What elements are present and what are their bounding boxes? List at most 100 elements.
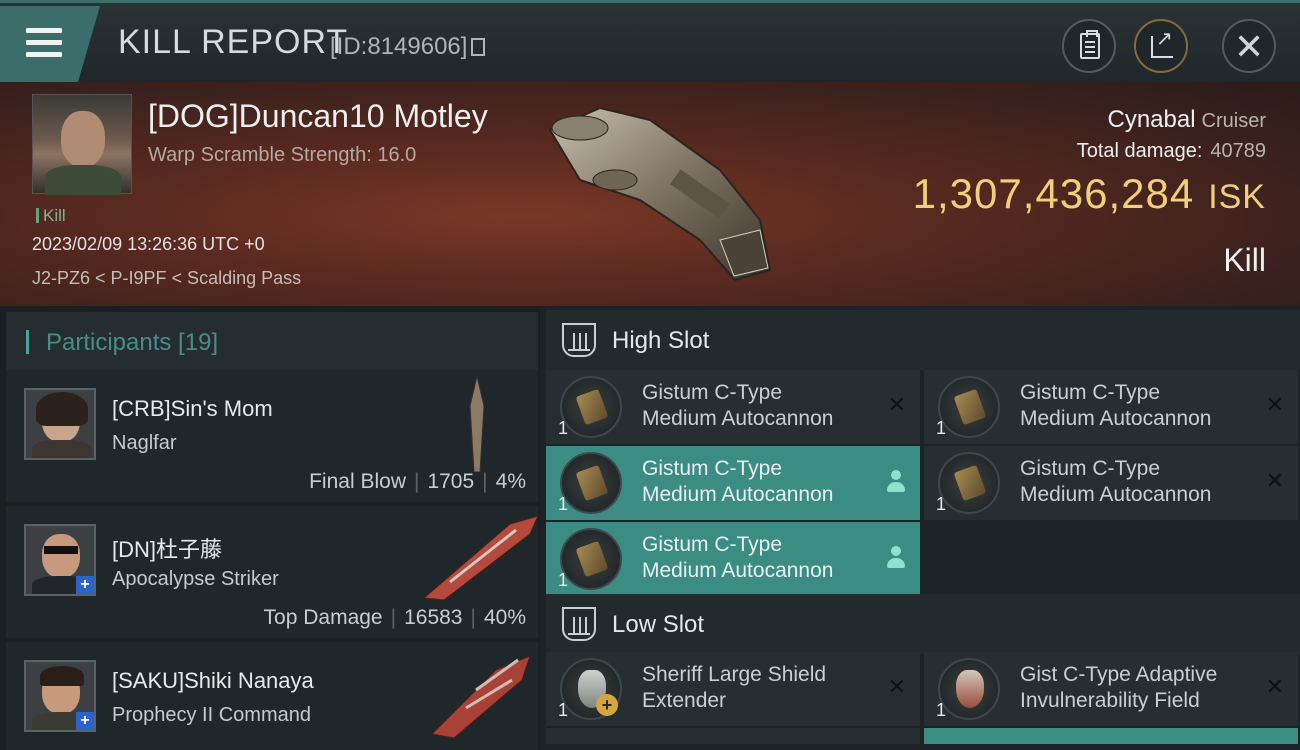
page-title: KILL REPORT <box>118 23 349 61</box>
isk-unit: ISK <box>1208 178 1266 216</box>
kill-location[interactable]: J2-PZ6 < P-I9PF < Scalding Pass <box>32 268 301 289</box>
participants-panel: Participants [19] [CRB]Sin's Mom Naglfar… <box>0 306 540 750</box>
module-quantity: 1 <box>558 418 569 438</box>
module-name-line2: Medium Autocannon <box>1020 407 1212 430</box>
module-item-partial[interactable] <box>924 728 1298 744</box>
low-slot-header: Low Slot <box>546 594 1300 654</box>
avatar[interactable] <box>24 388 96 460</box>
damage-value: 16583 <box>404 606 463 629</box>
module-quantity: 1 <box>936 494 947 514</box>
module-name: Sheriff Large Shield Extender <box>642 662 826 714</box>
kill-tag: Kill <box>36 206 66 226</box>
victim-name[interactable]: [DOG]Duncan10 Motley <box>148 98 488 135</box>
total-damage: Total damage: 40789 <box>1077 140 1266 163</box>
report-id-text: [ID:8149606] <box>330 33 468 60</box>
menu-button[interactable] <box>0 6 100 82</box>
kill-tag-label: Kill <box>43 206 66 225</box>
result-label: Kill <box>1223 242 1266 278</box>
participants-header[interactable]: Participants [19] <box>6 312 538 370</box>
module-quantity: 1 <box>936 418 947 438</box>
module-name-line1: Gistum C-Type <box>642 533 783 556</box>
damage-value: 1705 <box>427 470 475 493</box>
victim-banner: [DOG]Duncan10 Motley Warp Scramble Stren… <box>0 82 1300 306</box>
victim-portrait[interactable] <box>32 94 132 195</box>
warp-scramble-strength: Warp Scramble Strength: 16.0 <box>148 144 417 166</box>
module-item[interactable]: 1 Gistum C-Type Medium Autocannon ✕ <box>924 446 1298 520</box>
victim-ship-image[interactable] <box>520 90 780 290</box>
autocannon-icon <box>938 452 1000 514</box>
autocannon-icon <box>560 376 622 438</box>
module-item[interactable]: 1 Gistum C-Type Medium Autocannon <box>546 522 920 596</box>
destroyed-icon: ✕ <box>1265 674 1284 699</box>
copy-icon[interactable] <box>471 38 486 56</box>
module-item[interactable]: 1 Gist C-Type Adaptive Invulnerability Fi… <box>924 652 1298 726</box>
module-name-line1: Gistum C-Type <box>1020 457 1161 480</box>
share-button[interactable] <box>1134 19 1188 73</box>
module-name-line2: Invulnerability Field <box>1020 689 1200 712</box>
ship-class: Cruiser <box>1201 110 1266 132</box>
module-name-line1: Sheriff Large Shield <box>642 663 827 686</box>
hamburger-icon <box>26 28 62 58</box>
low-slot-icon <box>562 607 596 641</box>
fitting-panel: High Slot 1 Gistum C-Type Medium Autocann… <box>540 306 1300 750</box>
participant-name: [CRB]Sin's Mom <box>112 396 273 421</box>
damage-percent: 40% <box>483 606 526 629</box>
participant-stats: Top Damage | 16583 | 40% <box>263 606 526 629</box>
person-icon <box>886 470 906 494</box>
close-icon: ✕ <box>1234 26 1265 67</box>
avatar[interactable]: + <box>24 660 96 732</box>
module-name-line1: Gistum C-Type <box>1020 381 1161 404</box>
participant-ship: Apocalypse Striker <box>112 568 279 590</box>
close-button[interactable]: ✕ <box>1222 19 1276 73</box>
module-name-line2: Extender <box>642 689 727 712</box>
clipboard-button[interactable] <box>1062 19 1116 73</box>
autocannon-icon <box>938 376 1000 438</box>
kill-timestamp: 2023/02/09 13:26:36 UTC +0 <box>32 234 265 254</box>
destroyed-icon: ✕ <box>887 674 906 699</box>
plus-badge-icon: + <box>76 576 94 594</box>
module-name-line1: Gist C-Type Adaptive <box>1020 663 1218 686</box>
damage-percent: 4% <box>495 470 526 493</box>
module-name-line1: Gistum C-Type <box>642 457 783 480</box>
participant-row[interactable]: [CRB]Sin's Mom Naglfar Final Blow | 1705 | 4… <box>6 370 538 504</box>
participant-ship: Naglfar <box>112 432 177 454</box>
participant-name: [SAKU]Shiki Nanaya <box>112 668 314 693</box>
plus-badge-icon: + <box>76 712 94 730</box>
high-slot-header: High Slot <box>546 310 1300 370</box>
person-icon <box>886 546 906 570</box>
module-quantity: 1 <box>558 570 569 590</box>
destroyed-icon: ✕ <box>887 392 906 417</box>
participant-ship: Prophecy II Command <box>112 704 311 726</box>
plus-icon: + <box>596 694 618 716</box>
module-name-line2: Medium Autocannon <box>642 483 834 506</box>
module-name-line2: Medium Autocannon <box>642 407 834 430</box>
destroyed-icon: ✕ <box>1265 392 1284 417</box>
module-item[interactable]: 1 Gistum C-Type Medium Autocannon ✕ <box>546 370 920 444</box>
top-damage-tag: Top Damage <box>263 606 383 629</box>
module-item-partial[interactable] <box>546 728 920 744</box>
avatar[interactable]: + <box>24 524 96 596</box>
report-id[interactable]: [ID:8149606] <box>330 33 486 61</box>
participant-ship-image <box>422 515 539 601</box>
participant-row[interactable]: + [SAKU]Shiki Nanaya Prophecy II Command <box>6 642 538 750</box>
autocannon-icon <box>560 528 622 590</box>
low-slot-title: Low Slot <box>612 611 705 638</box>
ship-name: Cynabal <box>1107 106 1196 133</box>
module-name: Gistum C-Type Medium Autocannon <box>642 456 833 508</box>
participant-ship-image <box>469 376 485 472</box>
total-damage-label: Total damage: <box>1076 140 1203 162</box>
module-quantity: 1 <box>936 700 947 720</box>
module-item[interactable]: + 1 Sheriff Large Shield Extender ✕ <box>546 652 920 726</box>
victim-ship-type: Cynabal Cruiser <box>1107 106 1266 134</box>
module-name: Gist C-Type Adaptive Invulnerability Fiel… <box>1020 662 1217 714</box>
module-name-line1: Gistum C-Type <box>642 381 783 404</box>
module-item[interactable]: 1 Gistum C-Type Medium Autocannon <box>546 446 920 520</box>
kill-report-header: KILL REPORT [ID:8149606] ✕ <box>0 0 1300 82</box>
module-item[interactable]: 1 Gistum C-Type Medium Autocannon ✕ <box>924 370 1298 444</box>
module-name: Gistum C-Type Medium Autocannon <box>642 380 833 432</box>
participant-row[interactable]: + [DN]杜子藤 Apocalypse Striker Top Damage |… <box>6 506 539 640</box>
participants-title: Participants [19] <box>46 329 219 356</box>
total-damage-value: 40789 <box>1210 140 1266 162</box>
module-quantity: 1 <box>558 494 569 514</box>
clipboard-icon <box>1080 30 1100 59</box>
